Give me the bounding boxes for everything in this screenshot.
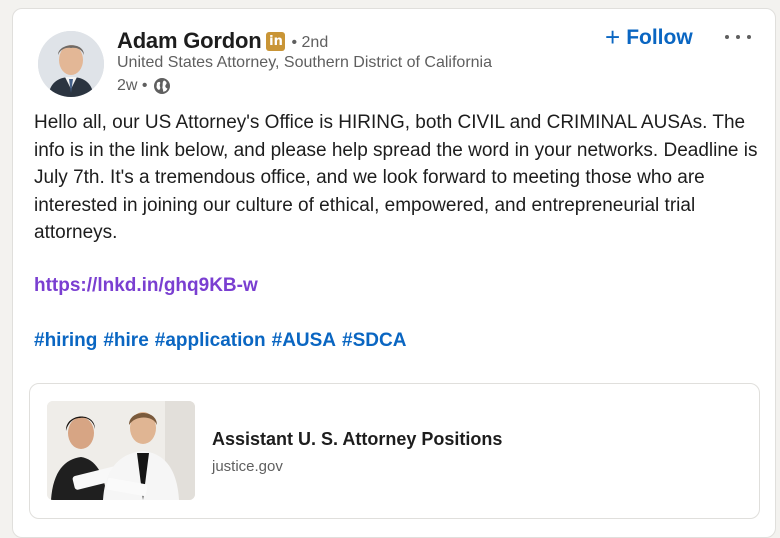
dot (736, 35, 740, 39)
plus-icon: + (605, 22, 621, 52)
author-name[interactable]: Adam Gordon (117, 28, 262, 54)
post-timestamp: 2w • (117, 77, 148, 94)
dot (747, 35, 751, 39)
follow-button[interactable]: + Follow (605, 23, 693, 53)
hashtag-application[interactable]: #application (155, 330, 266, 352)
post-link[interactable]: https://lnkd.in/ghq9KB-w (34, 275, 258, 297)
feed-post-card: Adam Gordon in • 2nd United States Attor… (12, 8, 776, 538)
linkedin-premium-icon: in (266, 31, 286, 51)
author-name-row: Adam Gordon in • 2nd (117, 27, 328, 55)
hashtag-list: #hiring #hire #application #AUSA #SDCA (34, 330, 406, 352)
preview-domain: justice.gov (212, 458, 283, 475)
hashtag-hiring[interactable]: #hiring (34, 330, 97, 352)
avatar-photo (38, 31, 104, 97)
hashtag-hire[interactable]: #hire (103, 330, 148, 352)
more-options-button[interactable] (725, 27, 751, 47)
link-preview-card[interactable]: Assistant U. S. Attorney Positions justi… (29, 383, 760, 519)
post-body-text: Hello all, our US Attorney's Office is H… (34, 112, 758, 243)
dot (725, 35, 729, 39)
preview-title: Assistant U. S. Attorney Positions (212, 429, 503, 449)
author-avatar[interactable] (38, 31, 104, 97)
post-meta: 2w • (117, 75, 171, 97)
office-workers-image (47, 401, 195, 500)
follow-label: Follow (626, 26, 693, 49)
preview-thumbnail (47, 401, 195, 500)
connection-degree: • 2nd (291, 34, 329, 51)
hashtag-ausa[interactable]: #AUSA (272, 330, 336, 352)
author-headline: United States Attorney, Southern Distric… (117, 54, 492, 71)
hashtag-sdca[interactable]: #SDCA (342, 330, 406, 352)
globe-icon (153, 77, 171, 95)
